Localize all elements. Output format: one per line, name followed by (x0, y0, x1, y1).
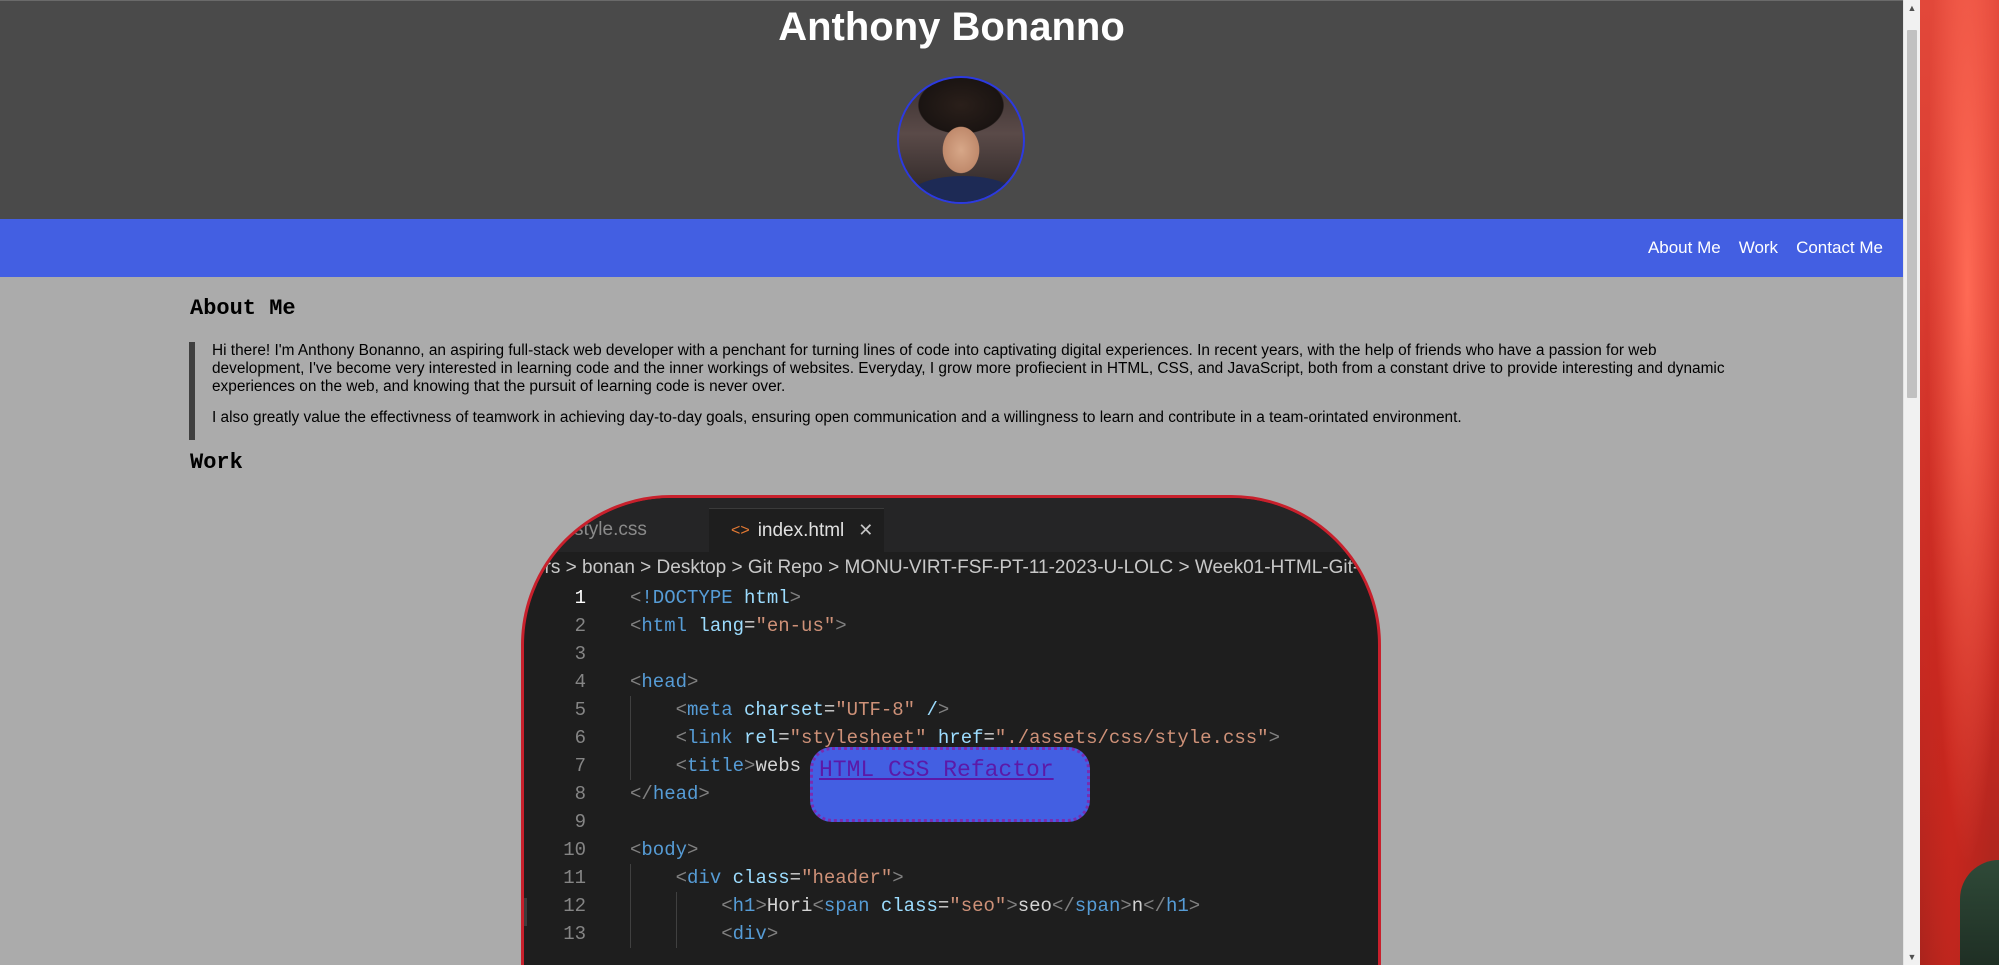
line-number: 6 (574, 727, 586, 749)
page-header: Anthony Bonanno (0, 0, 1903, 219)
code-text: <div> (721, 923, 779, 945)
project-link[interactable]: HTML CSS Refactor (819, 756, 1087, 785)
editor-tab-bar: style.css <> index.html ✕ (524, 498, 1378, 552)
close-icon: ✕ (858, 520, 874, 540)
code-line: 1 <!DOCTYPE html> (524, 584, 1378, 612)
line-number: 4 (574, 671, 586, 693)
nav-link-about-me[interactable]: About Me (1648, 238, 1721, 258)
nav-link-contact-me[interactable]: Contact Me (1796, 238, 1883, 258)
line-number: 10 (563, 839, 586, 861)
code-line: 4 <head> (524, 668, 1378, 696)
code-icon: <> (731, 521, 750, 539)
line-number: 5 (574, 699, 586, 721)
desktop-wallpaper (1920, 0, 1999, 965)
about-text-block: Hi there! I'm Anthony Bonanno, an aspiri… (189, 342, 1729, 440)
code-text: <div class="header"> (675, 867, 904, 889)
nav-bar: About Me Work Contact Me (0, 219, 1903, 277)
editor-tab-index-html: <> index.html ✕ (709, 508, 884, 552)
line-number: 1 (574, 587, 586, 609)
about-paragraph-2: I also greatly value the effectivness of… (212, 409, 1462, 426)
code-text: <title>webs (675, 755, 802, 777)
code-line: 2 <html lang="en-us"> (524, 612, 1378, 640)
code-text: <meta charset="UTF-8" /> (675, 699, 950, 721)
code-line: 12 <h1>Hori<span class="seo">seo</span>n… (524, 892, 1378, 920)
code-text: <html lang="en-us"> (630, 615, 847, 637)
project-label: HTML CSS Refactor (810, 747, 1090, 822)
code-text: <!DOCTYPE html> (630, 587, 802, 609)
code-line: 10 <body> (524, 836, 1378, 864)
code-text: </head> (630, 783, 710, 805)
line-number: 9 (574, 811, 586, 833)
line-number: 7 (574, 755, 586, 777)
code-line: 13 <div> (524, 920, 1378, 948)
work-heading: Work (190, 450, 243, 475)
line-number: 13 (563, 923, 586, 945)
avatar-shirt (909, 176, 1017, 202)
line-number: 3 (574, 643, 586, 665)
code-line: 3 (524, 640, 1378, 668)
about-paragraph-1: Hi there! I'm Anthony Bonanno, an aspiri… (212, 342, 1725, 395)
editor-tab-label: style.css (574, 519, 647, 540)
indent-guide (630, 696, 631, 780)
nav-link-work[interactable]: Work (1739, 238, 1778, 258)
indent-guide (630, 864, 631, 948)
code-line: 5 <meta charset="UTF-8" /> (524, 696, 1378, 724)
code-text: <h1>Hori<span class="seo">seo</span>n</h… (721, 895, 1201, 917)
editor-tab-style-css: style.css (574, 508, 724, 552)
indent-guide (676, 892, 677, 948)
editor-tab-label: index.html (757, 519, 845, 541)
scroll-up-arrow-icon[interactable]: ▲ (1904, 0, 1920, 16)
nav-links: About Me Work Contact Me (1648, 219, 1883, 277)
project-screenshot-card[interactable]: style.css <> index.html ✕ ers > bonan > … (521, 495, 1381, 965)
about-heading: About Me (190, 296, 296, 321)
code-text: <body> (630, 839, 699, 861)
code-line: 11 <div class="header"> (524, 864, 1378, 892)
editor-breadcrumb: ers > bonan > Desktop > Git Repo > MONU-… (524, 552, 1378, 584)
line-number: 11 (563, 867, 586, 889)
scrollbar[interactable]: ▲ ▼ (1903, 0, 1920, 965)
line-number: 2 (574, 615, 586, 637)
scroll-down-arrow-icon[interactable]: ▼ (1904, 949, 1920, 965)
line-number: 8 (574, 783, 586, 805)
avatar (897, 76, 1025, 204)
code-text: <head> (630, 671, 699, 693)
line-number: 12 (563, 895, 586, 917)
scroll-thumb[interactable] (1907, 30, 1917, 398)
web-page: Anthony Bonanno About Me Work Contact Me… (0, 0, 1903, 965)
site-title: Anthony Bonanno (778, 5, 1125, 49)
